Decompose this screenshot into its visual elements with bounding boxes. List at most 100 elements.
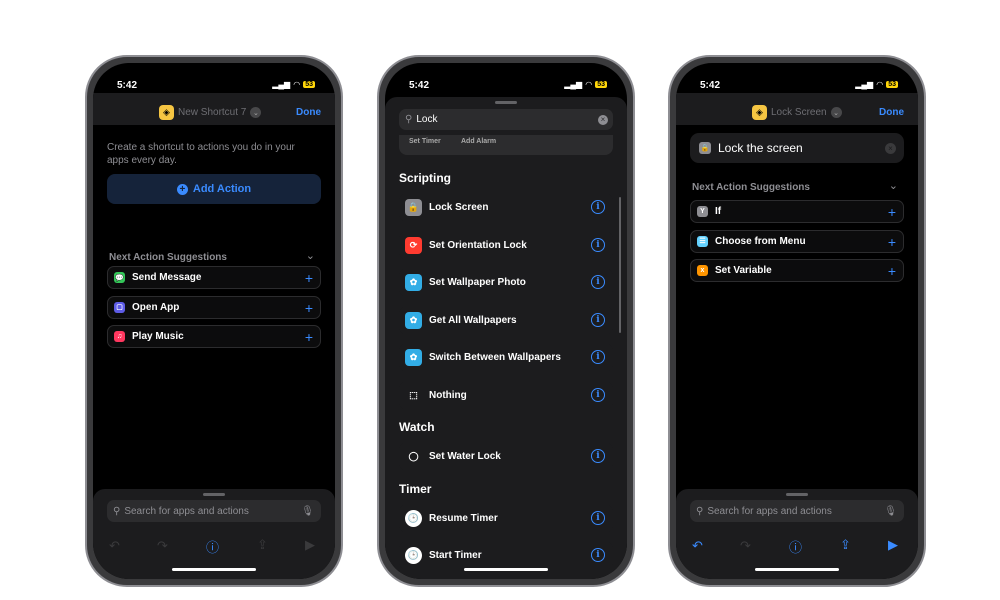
done-button[interactable]: Done xyxy=(879,107,904,118)
search-input[interactable]: ⚲ Search for apps and actions 🎙 xyxy=(690,500,904,522)
play-icon[interactable]: ▶ xyxy=(888,537,898,553)
info-icon[interactable]: i xyxy=(591,510,605,525)
plus-circle-icon: + xyxy=(176,183,188,195)
bottom-sheet: ⚲ Search for apps and actions 🎙 ↶ ↷ ⓘ ⇪ ▶ xyxy=(676,489,918,579)
action-row[interactable]: ✿ Get All Wallpapers i xyxy=(399,305,613,335)
status-time: 5:42 xyxy=(700,80,721,91)
done-button[interactable]: Done xyxy=(296,107,321,118)
lock-icon: 🔒 xyxy=(405,199,422,216)
microphone-icon[interactable]: 🎙 xyxy=(301,506,314,517)
undo-icon[interactable]: ↶ xyxy=(109,538,120,554)
search-icon: ⚲ xyxy=(113,505,121,517)
shortcut-icon: ◈ xyxy=(752,105,767,120)
suggestion-row[interactable]: x Set Variable + xyxy=(690,259,904,282)
action-row[interactable]: 🕒 Start Timer i xyxy=(399,541,613,570)
phone-lock-screen-shortcut: 5:42 ▂▄▆ ◠ 53 ◈ Lock Screen ⌄ Done 🔒 Lock the… xyxy=(668,55,926,587)
redo-icon[interactable]: ↷ xyxy=(157,538,168,554)
share-icon[interactable]: ⇪ xyxy=(840,537,851,553)
if-icon: Y xyxy=(697,206,708,217)
info-icon[interactable]: i xyxy=(591,449,605,463)
messages-icon: 💬 xyxy=(114,272,125,283)
action-label: Lock Screen xyxy=(429,202,489,213)
redo-icon[interactable]: ↷ xyxy=(740,538,751,554)
action-row[interactable]: ⬚ Nothing i xyxy=(399,380,613,410)
grabber[interactable] xyxy=(203,493,225,496)
action-row[interactable]: ✿ Switch Between Wallpapers i xyxy=(399,343,613,372)
menu-icon: ☰ xyxy=(697,235,708,247)
undo-icon[interactable]: ↶ xyxy=(692,538,703,554)
suggestion-row[interactable]: ☰ Choose from Menu + xyxy=(690,229,904,253)
grabber[interactable] xyxy=(495,101,517,104)
info-icon[interactable]: i xyxy=(591,275,605,289)
info-icon[interactable]: ⓘ xyxy=(789,537,802,556)
plus-icon[interactable]: + xyxy=(888,263,896,279)
info-icon[interactable]: ⓘ xyxy=(206,537,219,556)
nothing-icon: ⬚ xyxy=(409,389,418,400)
status-time: 5:42 xyxy=(117,80,138,91)
shortcut-icon: ◈ xyxy=(159,105,174,120)
chevron-down-icon[interactable]: ⌄ xyxy=(306,249,315,262)
plus-icon[interactable]: + xyxy=(305,329,313,345)
signal-icon: ▂▄▆ xyxy=(564,80,583,89)
phone-new-shortcut: 5:42 ▂▄▆ ◠ 53 ◈ New Shortcut 7 ⌄ Done Create… xyxy=(85,55,343,587)
chevron-down-icon[interactable]: ⌄ xyxy=(250,107,262,118)
action-row[interactable]: 🕒 Resume Timer i xyxy=(399,503,613,533)
add-action-button[interactable]: + Add Action xyxy=(107,174,321,204)
suggestion-row[interactable]: 💬 Send Message + xyxy=(107,266,321,289)
info-icon[interactable]: i xyxy=(591,312,605,327)
battery-icon: 53 xyxy=(595,81,607,88)
title-text: Lock Screen xyxy=(771,107,827,118)
suggestion-label: Choose from Menu xyxy=(715,235,806,247)
intro-text: Create a shortcut to actions you do in y… xyxy=(107,142,295,166)
share-icon[interactable]: ⇪ xyxy=(257,537,268,553)
play-icon[interactable]: ▶ xyxy=(305,537,315,553)
plus-icon[interactable]: + xyxy=(305,300,313,316)
info-icon[interactable]: i xyxy=(591,237,605,252)
search-icon: ⚲ xyxy=(696,505,704,517)
plus-icon[interactable]: + xyxy=(888,234,896,250)
open-app-icon: ▢ xyxy=(114,301,125,313)
scrollbar[interactable] xyxy=(619,197,621,333)
set-timer-chip[interactable]: Set Timer xyxy=(409,138,441,145)
info-icon[interactable]: i xyxy=(591,200,605,214)
chevron-down-icon[interactable]: ⌄ xyxy=(830,107,842,118)
action-label: Set Water Lock xyxy=(429,451,501,462)
action-row[interactable]: ✿ Set Wallpaper Photo i xyxy=(399,268,613,297)
home-indicator xyxy=(464,568,548,571)
suggestion-row[interactable]: ♫ Play Music + xyxy=(107,325,321,348)
section-header: Watch xyxy=(399,420,435,434)
clear-icon[interactable]: × xyxy=(598,114,608,125)
search-input[interactable]: ⚲ Search for apps and actions 🎙 xyxy=(107,500,321,522)
plus-icon[interactable]: + xyxy=(888,204,896,220)
action-row[interactable]: ⟳ Set Orientation Lock i xyxy=(399,230,613,260)
section-header: Scripting xyxy=(399,171,452,185)
search-input[interactable]: ⚲ Lock × xyxy=(399,109,613,130)
wifi-icon: ◠ xyxy=(876,80,884,89)
action-row[interactable]: 🔒 Lock Screen i xyxy=(399,193,613,222)
microphone-icon[interactable]: 🎙 xyxy=(884,506,897,517)
search-placeholder: Search for apps and actions xyxy=(124,505,249,517)
remove-icon[interactable]: × xyxy=(885,142,896,154)
chevron-down-icon[interactable]: ⌄ xyxy=(889,179,898,192)
info-icon[interactable]: i xyxy=(591,350,605,364)
suggestion-row[interactable]: ▢ Open App + xyxy=(107,295,321,319)
variable-icon: x xyxy=(697,265,708,276)
action-row[interactable]: ◯ Set Water Lock i xyxy=(399,442,613,471)
screen: 5:42 ▂▄▆ ◠ 53 ⚲ Lock × Set Timer Add Alarm Sc… xyxy=(385,63,627,579)
clock-icon: 🕒 xyxy=(405,509,422,527)
action-card-lock-screen[interactable]: 🔒 Lock the screen × xyxy=(690,133,904,163)
notch xyxy=(454,63,558,87)
suggestion-label: Play Music xyxy=(132,331,184,342)
info-icon[interactable]: i xyxy=(591,387,605,402)
add-action-label: Add Action xyxy=(192,183,252,195)
grabber[interactable] xyxy=(786,493,808,496)
info-icon[interactable]: i xyxy=(591,548,605,562)
signal-icon: ▂▄▆ xyxy=(855,80,874,89)
notch xyxy=(162,63,266,87)
shortcut-title[interactable]: ◈ New Shortcut 7 ⌄ xyxy=(159,105,262,120)
add-alarm-chip[interactable]: Add Alarm xyxy=(461,138,496,145)
shortcut-title[interactable]: ◈ Lock Screen ⌄ xyxy=(752,105,842,120)
action-label: Set Wallpaper Photo xyxy=(429,277,526,288)
suggestion-row[interactable]: Y If + xyxy=(690,200,904,223)
plus-icon[interactable]: + xyxy=(305,270,313,286)
